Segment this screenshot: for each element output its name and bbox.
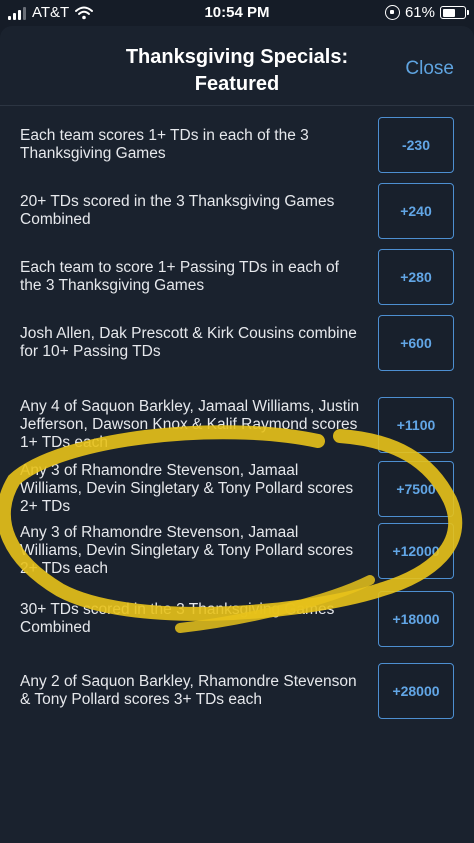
odds-button[interactable]: +1100 (378, 397, 454, 453)
odds-button[interactable]: +18000 (378, 591, 454, 647)
list-item: Josh Allen, Dak Prescott & Kirk Cousins … (0, 310, 474, 376)
page-title-line1: Thanksgiving Specials: (125, 46, 349, 68)
list-item: Each team scores 1+ TDs in each of the 3… (0, 112, 474, 178)
status-right: 61% (384, 4, 469, 21)
special-description: Any 3 of Rhamondre Stevenson, Jamaal Wil… (20, 524, 354, 577)
status-bar: AT&T 10:54 PM 61% (0, 0, 474, 26)
odds-button[interactable]: +7500 (378, 461, 454, 517)
page-title: Thanksgiving Specials: Featured (90, 44, 384, 98)
odds-button[interactable]: -230 (378, 117, 454, 173)
special-description: Any 3 of Rhamondre Stevenson, Jamaal Wil… (20, 462, 354, 515)
special-description: Each team to score 1+ Passing TDs in eac… (20, 259, 339, 294)
close-button[interactable]: Close (405, 58, 454, 80)
battery-icon (440, 6, 469, 19)
special-description: Each team scores 1+ TDs in each of the 3… (20, 127, 309, 162)
special-description: Any 2 of Saquon Barkley, Rhamondre Steve… (20, 673, 357, 708)
list-item: Any 3 of Rhamondre Stevenson, Jamaal Wil… (0, 518, 474, 584)
special-description: Josh Allen, Dak Prescott & Kirk Cousins … (20, 325, 357, 360)
list-item: Any 2 of Saquon Barkley, Rhamondre Steve… (0, 658, 474, 724)
odds-button[interactable]: +28000 (378, 663, 454, 719)
sheet-header: Thanksgiving Specials: Featured Close (0, 26, 474, 106)
list-item: 30+ TDs scored in the 3 Thanksgiving Gam… (0, 586, 474, 652)
rotation-lock-icon (384, 5, 400, 20)
odds-button[interactable]: +280 (378, 249, 454, 305)
special-description: 30+ TDs scored in the 3 Thanksgiving Gam… (20, 601, 335, 636)
battery-fill (442, 8, 456, 17)
list-item: Each team to score 1+ Passing TDs in eac… (0, 244, 474, 310)
special-description: Any 4 of Saquon Barkley, Jamaal Williams… (20, 398, 360, 451)
list-item: Any 3 of Rhamondre Stevenson, Jamaal Wil… (0, 456, 474, 522)
list-item: 20+ TDs scored in the 3 Thanksgiving Gam… (0, 178, 474, 244)
odds-button[interactable]: +240 (378, 183, 454, 239)
list-item: Any 4 of Saquon Barkley, Jamaal Williams… (0, 386, 474, 464)
page-title-line2: Featured (194, 73, 280, 95)
special-description: 20+ TDs scored in the 3 Thanksgiving Gam… (20, 193, 335, 228)
odds-button[interactable]: +600 (378, 315, 454, 371)
battery-percent: 61% (404, 4, 435, 21)
odds-button[interactable]: +12000 (378, 523, 454, 579)
